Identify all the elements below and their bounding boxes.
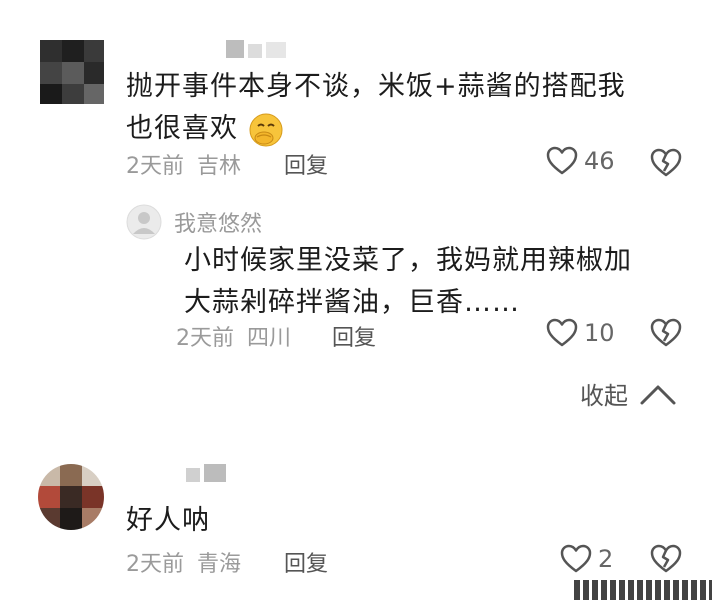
- reply-meta: 2天前 四川: [176, 320, 291, 352]
- comment-line: 也很喜欢: [126, 108, 706, 150]
- collapse-replies-button[interactable]: 收起: [580, 376, 678, 411]
- like-button[interactable]: 2: [560, 544, 613, 574]
- broken-heart-icon[interactable]: [650, 318, 682, 348]
- reply-line: 小时候家里没菜了，我妈就用辣椒加: [184, 245, 632, 276]
- reply-button[interactable]: 回复: [284, 148, 328, 180]
- reply-location: 四川: [247, 326, 292, 351]
- reply-time: 2天前: [176, 326, 234, 351]
- comment-time: 2天前: [126, 154, 184, 179]
- comment-text: 好人呐: [126, 505, 210, 536]
- watermark-overlay: [574, 580, 712, 600]
- like-button[interactable]: 46: [546, 146, 615, 176]
- comment-time: 2天前: [126, 552, 184, 577]
- heart-icon: [546, 318, 578, 347]
- comment-line: 抛开事件本身不谈，米饭+蒜酱的搭配我: [126, 71, 626, 102]
- default-avatar-icon[interactable]: [126, 204, 162, 240]
- comment-meta: 2天前 吉林: [126, 148, 241, 180]
- heart-icon: [560, 544, 592, 573]
- username-redacted[interactable]: [226, 40, 288, 58]
- reply-text: 小时候家里没菜了，我妈就用辣椒加 大蒜剁碎拌酱油，巨香……: [184, 240, 704, 324]
- reply-button[interactable]: 回复: [284, 546, 328, 578]
- comment-meta: 2天前 青海: [126, 546, 241, 578]
- reply-username[interactable]: 我意悠然: [174, 206, 262, 238]
- avatar[interactable]: [38, 464, 104, 530]
- like-count: 46: [584, 147, 615, 175]
- reply-button[interactable]: 回复: [332, 320, 376, 352]
- like-count: 10: [584, 319, 615, 347]
- broken-heart-icon[interactable]: [650, 544, 682, 574]
- broken-heart-icon[interactable]: [650, 148, 682, 178]
- smirk-hand-emoji-icon: [249, 113, 283, 146]
- comment-text: 抛开事件本身不谈，米饭+蒜酱的搭配我 也很喜欢: [126, 66, 706, 150]
- heart-icon: [546, 146, 578, 175]
- comment-location: 吉林: [197, 154, 242, 179]
- chevron-up-icon: [640, 385, 676, 404]
- comment-location: 青海: [197, 552, 242, 577]
- like-count: 2: [598, 545, 614, 573]
- collapse-label: 收起: [580, 382, 628, 410]
- reply-line: 大蒜剁碎拌酱油，巨香……: [184, 287, 520, 318]
- like-button[interactable]: 10: [546, 318, 615, 348]
- avatar[interactable]: [40, 40, 104, 104]
- username-redacted[interactable]: [186, 464, 230, 482]
